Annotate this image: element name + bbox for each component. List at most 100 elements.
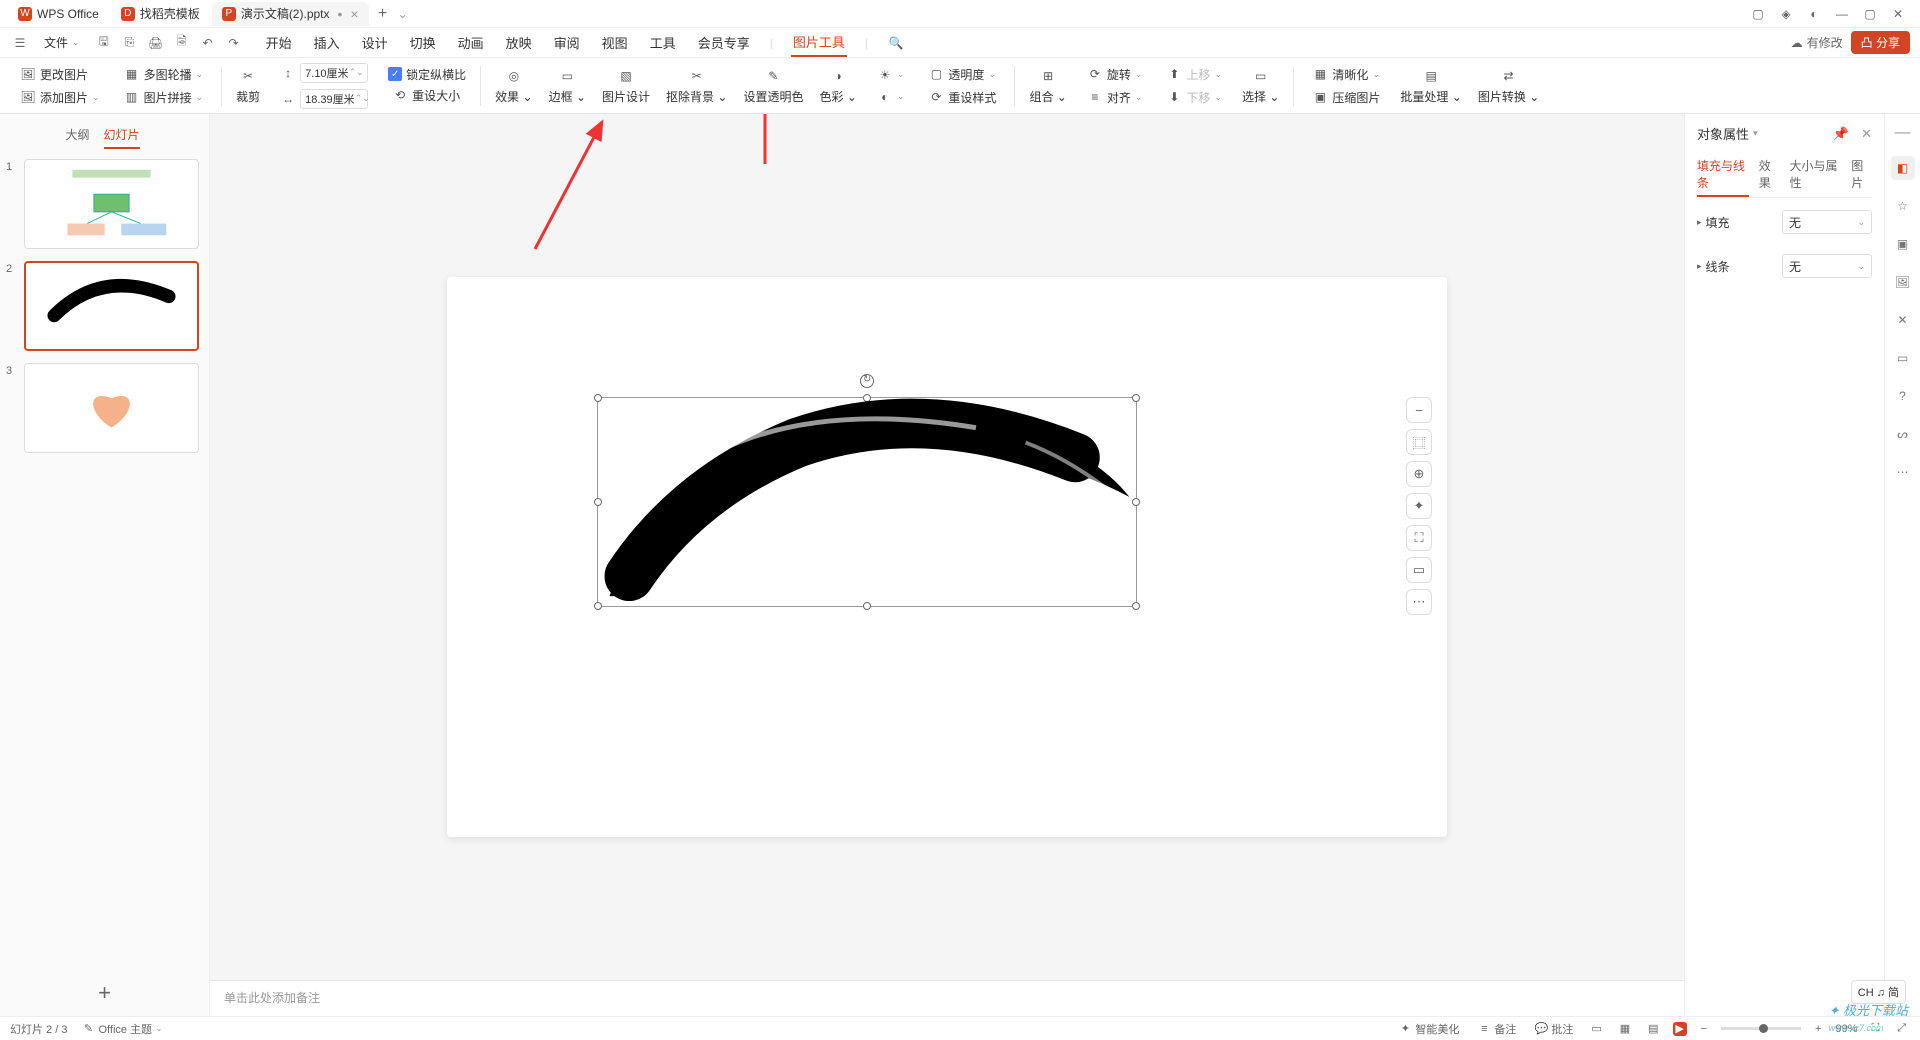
zoom-slider[interactable] bbox=[1721, 1027, 1801, 1030]
effects-button[interactable]: ◎效果 ⌄ bbox=[489, 64, 538, 107]
view-reading-icon[interactable]: ▤ bbox=[1644, 1020, 1662, 1037]
tab-start[interactable]: 开始 bbox=[264, 29, 294, 56]
set-transparent-color-button[interactable]: ✎设置透明色 bbox=[737, 64, 809, 107]
slides-tab[interactable]: 幻灯片 bbox=[104, 126, 140, 149]
prop-tab-size[interactable]: 大小与属性 bbox=[1790, 153, 1842, 197]
export-icon[interactable]: ⎘ bbox=[120, 33, 140, 53]
menu-hamburger-icon[interactable]: ☰ bbox=[10, 33, 30, 53]
reset-size-button[interactable]: ⟲重设大小 bbox=[388, 85, 466, 106]
close-button[interactable]: ✕ bbox=[1884, 2, 1912, 26]
rt-help-icon[interactable]: ? bbox=[1891, 384, 1915, 408]
crop-button[interactable]: ✂裁剪 bbox=[230, 64, 266, 107]
rt-shape-icon[interactable]: ▭ bbox=[1891, 346, 1915, 370]
tab-member[interactable]: 会员专享 bbox=[696, 29, 752, 56]
theme-button[interactable]: ✎Office 主题⌄ bbox=[77, 1019, 166, 1039]
multi-carousel-button[interactable]: ▦多图轮播⌄ bbox=[120, 64, 208, 85]
float-zoom-in[interactable]: ⊕ bbox=[1406, 461, 1432, 487]
zoom-in-button[interactable]: + bbox=[1811, 1021, 1825, 1037]
modify-indicator[interactable]: ☁ 有修改 bbox=[1791, 34, 1843, 51]
tab-tools[interactable]: 工具 bbox=[648, 29, 678, 56]
line-select[interactable]: 无⌄ bbox=[1782, 254, 1872, 278]
slide-thumb-1[interactable] bbox=[24, 159, 199, 249]
slide-canvas[interactable]: − ⿴ ⊕ ✦ ⛶ ▭ ⋯ bbox=[447, 277, 1447, 837]
window-tile-icon[interactable]: ▢ bbox=[1744, 2, 1772, 26]
remove-bg-button[interactable]: ✂抠除背景 ⌄ bbox=[660, 64, 733, 107]
zoom-out-button[interactable]: − bbox=[1697, 1021, 1711, 1037]
height-input[interactable]: 18.39厘米⌃⌄ bbox=[300, 89, 368, 109]
view-normal-icon[interactable]: ▭ bbox=[1587, 1020, 1605, 1037]
search-icon[interactable]: 🔍 bbox=[886, 33, 906, 53]
rt-image-icon[interactable]: 🖼 bbox=[1891, 270, 1915, 294]
avatar-icon[interactable]: ◐ bbox=[1800, 2, 1828, 26]
maximize-button[interactable]: ▢ bbox=[1856, 2, 1884, 26]
float-shape[interactable]: ▭ bbox=[1406, 557, 1432, 583]
float-more[interactable]: ⋯ bbox=[1406, 589, 1432, 615]
share-button[interactable]: 凸 分享 bbox=[1851, 31, 1910, 54]
float-zoom-out[interactable]: − bbox=[1406, 397, 1432, 423]
add-slide-button[interactable]: + bbox=[98, 980, 111, 1006]
comments-toggle[interactable]: 💬批注 bbox=[1530, 1019, 1577, 1039]
thumb-row-1[interactable]: 1 bbox=[6, 159, 199, 249]
tab-review[interactable]: 审阅 bbox=[552, 29, 582, 56]
prop-tab-picture[interactable]: 图片 bbox=[1851, 153, 1872, 197]
select-button[interactable]: ▭选择 ⌄ bbox=[1236, 64, 1285, 107]
tab-templates[interactable]: D 找稻壳模板 bbox=[111, 2, 210, 26]
rt-properties-icon[interactable]: ◧ bbox=[1891, 156, 1915, 180]
width-input[interactable]: 7.10厘米⌃⌄ bbox=[300, 63, 368, 83]
convert-button[interactable]: ⇄图片转换 ⌄ bbox=[1472, 64, 1545, 107]
thumb-row-2[interactable]: 2 bbox=[6, 261, 199, 351]
brightness-button[interactable]: ☀⌄ bbox=[873, 65, 909, 85]
prop-tab-fill[interactable]: 填充与线条 bbox=[1697, 153, 1749, 197]
tab-insert[interactable]: 插入 bbox=[312, 29, 342, 56]
canvas-area[interactable]: − ⿴ ⊕ ✦ ⛶ ▭ ⋯ bbox=[210, 114, 1684, 980]
slide-thumb-3[interactable] bbox=[24, 363, 199, 453]
image-selection[interactable] bbox=[597, 397, 1137, 607]
save-icon[interactable]: 🖫 bbox=[94, 33, 114, 53]
notes-toggle[interactable]: ≡备注 bbox=[1473, 1019, 1520, 1039]
rt-more-icon[interactable]: ⋯ bbox=[1891, 460, 1915, 484]
tab-wps-home[interactable]: W WPS Office bbox=[8, 2, 109, 26]
lock-aspect-checkbox[interactable]: ✓锁定纵横比 bbox=[388, 66, 466, 83]
compress-button[interactable]: ▣压缩图片 bbox=[1308, 87, 1384, 108]
reset-style-button[interactable]: ⟳重设样式 bbox=[924, 87, 1000, 108]
add-image-button[interactable]: 🖼添加图片⌄ bbox=[16, 87, 104, 108]
redo-icon[interactable]: ↷ bbox=[224, 33, 244, 53]
tab-design[interactable]: 设计 bbox=[360, 29, 390, 56]
tab-current-file[interactable]: P 演示文稿(2).pptx • × bbox=[212, 2, 369, 26]
tab-picture-tools[interactable]: 图片工具 bbox=[791, 28, 847, 57]
notes-bar[interactable]: 单击此处添加备注 bbox=[210, 980, 1684, 1016]
align-button[interactable]: ≡对齐⌄ bbox=[1083, 87, 1147, 108]
slideshow-play-button[interactable]: ▶ bbox=[1673, 1022, 1687, 1036]
group-button[interactable]: ⊞组合 ⌄ bbox=[1023, 64, 1072, 107]
batch-button[interactable]: ▤批量处理 ⌄ bbox=[1394, 64, 1467, 107]
collapse-panel-icon[interactable]: — bbox=[1895, 124, 1911, 142]
rt-link-icon[interactable]: ᔕ bbox=[1891, 422, 1915, 446]
rotate-button[interactable]: ⟳旋转⌄ bbox=[1083, 64, 1147, 85]
print-preview-icon[interactable]: 🗟 bbox=[172, 33, 192, 53]
change-image-button[interactable]: 🖼更改图片 bbox=[16, 64, 104, 85]
thumb-row-3[interactable]: 3 bbox=[6, 363, 199, 453]
pin-icon[interactable]: 📌 bbox=[1833, 126, 1849, 142]
file-menu[interactable]: 文件⌄ bbox=[44, 34, 80, 51]
outline-tab[interactable]: 大纲 bbox=[65, 126, 89, 149]
close-panel-icon[interactable]: ✕ bbox=[1861, 126, 1872, 142]
rotate-handle[interactable] bbox=[860, 374, 874, 388]
float-crop[interactable]: ⿴ bbox=[1406, 429, 1432, 455]
prop-tab-effect[interactable]: 效果 bbox=[1759, 153, 1780, 197]
window-cube-icon[interactable]: ◈ bbox=[1772, 2, 1800, 26]
tab-view[interactable]: 视图 bbox=[600, 29, 630, 56]
rt-tools-icon[interactable]: ✕ bbox=[1891, 308, 1915, 332]
tab-transition[interactable]: 切换 bbox=[408, 29, 438, 56]
view-sorter-icon[interactable]: ▦ bbox=[1616, 1020, 1634, 1037]
fill-select[interactable]: 无⌄ bbox=[1782, 210, 1872, 234]
rt-layers-icon[interactable]: ▣ bbox=[1891, 232, 1915, 256]
transparency-button[interactable]: ▢透明度⌄ bbox=[924, 64, 1000, 85]
image-join-button[interactable]: ▥图片拼接⌄ bbox=[120, 87, 208, 108]
enhance-button[interactable]: ▦清晰化⌄ bbox=[1308, 64, 1384, 85]
image-design-button[interactable]: ▧图片设计 bbox=[596, 64, 656, 107]
rt-star-icon[interactable]: ☆ bbox=[1891, 194, 1915, 218]
undo-icon[interactable]: ↶ bbox=[198, 33, 218, 53]
contrast-button[interactable]: ◐⌄ bbox=[873, 87, 909, 107]
tab-dropdown-icon[interactable]: ⌄ bbox=[395, 7, 411, 21]
color-button[interactable]: ◑色彩 ⌄ bbox=[813, 64, 862, 107]
